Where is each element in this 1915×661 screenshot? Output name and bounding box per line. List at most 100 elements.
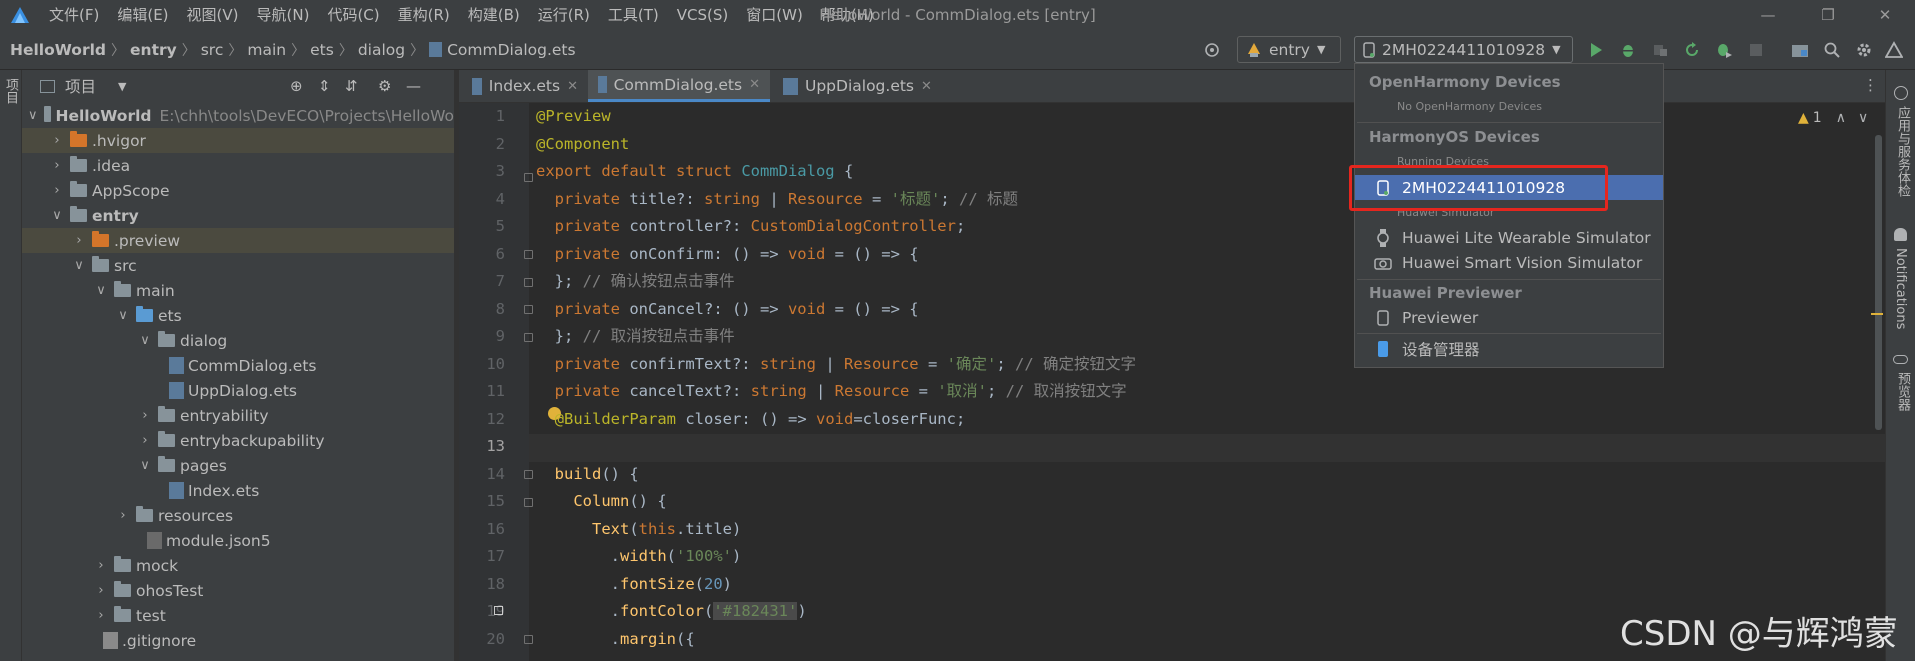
chevron-right-icon[interactable]: › — [50, 183, 64, 198]
expand-all-icon[interactable]: ⇕ — [318, 77, 331, 95]
hide-panel-icon[interactable]: — — [406, 77, 421, 95]
fold-marker[interactable] — [524, 498, 533, 507]
inspection-widget[interactable]: ▲ 1 ∧ ∨ — [1798, 110, 1868, 126]
breadcrumb-entry[interactable]: entry — [130, 41, 177, 59]
locate-target-button[interactable] — [1198, 30, 1226, 69]
tree-item-ets[interactable]: ∨ ets — [22, 303, 454, 328]
fold-marker[interactable] — [524, 333, 533, 342]
gear-icon[interactable]: ⚙ — [378, 77, 391, 95]
project-tool-window-button[interactable]: 项目 — [2, 78, 20, 104]
menu-vcs[interactable]: VCS(S) — [668, 0, 737, 30]
tree-item-ohostest[interactable]: › ohosTest — [22, 578, 454, 603]
tree-item-test[interactable]: › test — [22, 603, 454, 628]
fold-marker[interactable] — [524, 305, 533, 314]
menu-run[interactable]: 运行(R) — [529, 0, 599, 30]
tree-item-mock[interactable]: › mock — [22, 553, 454, 578]
tab-index-ets[interactable]: Index.ets ✕ — [462, 70, 588, 102]
chevron-up-icon[interactable]: ∧ — [1836, 110, 1846, 126]
more-tabs-icon[interactable]: ⋮ — [1863, 76, 1878, 94]
dropdown-item-device-manager[interactable]: 设备管理器 — [1355, 336, 1663, 361]
menu-build[interactable]: 构建(B) — [459, 0, 529, 30]
tree-item-resources[interactable]: › resources — [22, 503, 454, 528]
project-structure-button[interactable] — [1786, 30, 1814, 69]
search-everywhere-button[interactable] — [1818, 30, 1846, 69]
tree-item-appscope[interactable]: › AppScope — [22, 178, 454, 203]
breadcrumb-ets[interactable]: ets — [310, 41, 334, 59]
tree-item-entryability[interactable]: › entryability — [22, 403, 454, 428]
dropdown-item-smart-vision[interactable]: Huawei Smart Vision Simulator — [1355, 250, 1663, 275]
crosshair-icon[interactable]: ⊕ — [290, 77, 303, 95]
settings-button[interactable] — [1850, 30, 1878, 69]
menu-window[interactable]: 窗口(W) — [737, 0, 812, 30]
apply-changes-button[interactable] — [1678, 30, 1706, 69]
tree-item-dialog[interactable]: ∨ dialog — [22, 328, 454, 353]
chevron-down-icon[interactable]: ∨ — [28, 108, 38, 123]
breadcrumb-dialog[interactable]: dialog — [358, 41, 405, 59]
chevron-down-icon[interactable]: ∨ — [138, 333, 152, 348]
dropdown-item-previewer[interactable]: Previewer — [1355, 305, 1663, 330]
chevron-down-icon[interactable]: ∨ — [72, 258, 86, 273]
tree-item-uppdialog[interactable]: UppDialog.ets — [22, 378, 454, 403]
tab-commdialog-ets[interactable]: CommDialog.ets ✕ — [588, 70, 770, 102]
tab-uppdialog-ets[interactable]: UppDialog.ets ✕ — [773, 70, 945, 102]
fold-marker[interactable] — [524, 635, 533, 644]
tree-item-pages[interactable]: ∨ pages — [22, 453, 454, 478]
tree-item-commdialog[interactable]: CommDialog.ets — [22, 353, 454, 378]
color-swatch-marker[interactable] — [494, 606, 503, 615]
chevron-right-icon[interactable]: › — [94, 608, 108, 623]
close-tab-icon[interactable]: ✕ — [567, 79, 578, 94]
tree-item-module-json5[interactable]: module.json5 — [22, 528, 454, 553]
chevron-right-icon[interactable]: › — [116, 508, 130, 523]
previewer-button[interactable]: 预览器 — [1893, 372, 1912, 411]
deveco-assistant-button[interactable] — [1880, 30, 1908, 69]
menu-edit[interactable]: 编辑(E) — [108, 0, 177, 30]
module-selector[interactable]: entry ▼ — [1237, 36, 1341, 63]
fold-marker[interactable] — [524, 278, 533, 287]
tree-item-idea[interactable]: › .idea — [22, 153, 454, 178]
tree-item-entry[interactable]: ∨ entry — [22, 203, 454, 228]
tree-item-entrybackupability[interactable]: › entrybackupability — [22, 428, 454, 453]
project-panel-title[interactable]: 项目 — [65, 75, 96, 97]
notifications-button[interactable]: Notifications — [1893, 248, 1908, 329]
chevron-down-icon[interactable]: ∨ — [138, 458, 152, 473]
menu-file[interactable]: 文件(F) — [40, 0, 108, 30]
close-tab-icon[interactable]: ✕ — [921, 79, 932, 94]
menu-navigate[interactable]: 导航(N) — [248, 0, 319, 30]
tree-item-gitignore[interactable]: .gitignore — [22, 628, 454, 653]
breadcrumb-file[interactable]: CommDialog.ets — [447, 41, 576, 59]
fold-marker[interactable] — [524, 173, 533, 182]
menu-view[interactable]: 视图(V) — [178, 0, 248, 30]
chevron-right-icon[interactable]: › — [72, 233, 86, 248]
tree-item-hvigor[interactable]: › .hvigor — [22, 128, 454, 153]
chevron-right-icon[interactable]: › — [94, 558, 108, 573]
chevron-down-icon[interactable]: ▼ — [118, 80, 126, 93]
menu-code[interactable]: 代码(C) — [318, 0, 388, 30]
breadcrumb-src[interactable]: src — [201, 41, 224, 59]
tree-item-index[interactable]: Index.ets — [22, 478, 454, 503]
restore-button[interactable]: ❐ — [1798, 0, 1858, 30]
editor-scrollbar[interactable] — [1875, 135, 1882, 430]
warning-stripe[interactable] — [1871, 313, 1883, 315]
tree-item-src[interactable]: ∨ src — [22, 253, 454, 278]
chevron-right-icon[interactable]: › — [50, 158, 64, 173]
stop-button[interactable] — [1742, 30, 1770, 69]
tree-item-preview[interactable]: › .preview — [22, 228, 454, 253]
tree-item-main[interactable]: ∨ main — [22, 278, 454, 303]
chevron-right-icon[interactable]: › — [138, 408, 152, 423]
breadcrumb-project[interactable]: HelloWorld — [10, 41, 106, 59]
profiler-button[interactable] — [1710, 30, 1738, 69]
chevron-right-icon[interactable]: › — [50, 133, 64, 148]
chevron-right-icon[interactable]: › — [94, 583, 108, 598]
app-service-check-button[interactable]: 应用与服务体检 — [1893, 106, 1912, 197]
dropdown-item-lite-wearable[interactable]: Huawei Lite Wearable Simulator — [1355, 225, 1663, 250]
menu-refactor[interactable]: 重构(R) — [389, 0, 459, 30]
chevron-right-icon[interactable]: › — [138, 433, 152, 448]
chevron-down-icon[interactable]: ∨ — [116, 308, 130, 323]
minimize-button[interactable]: — — [1738, 0, 1798, 30]
close-button[interactable]: ✕ — [1855, 0, 1915, 30]
fold-marker[interactable] — [524, 470, 533, 479]
chevron-down-icon[interactable]: ∨ — [94, 283, 108, 298]
chevron-down-icon[interactable]: ∨ — [1858, 110, 1868, 126]
menu-tools[interactable]: 工具(T) — [599, 0, 668, 30]
device-selector[interactable]: 2MH0224411010928 ▼ — [1354, 36, 1573, 63]
